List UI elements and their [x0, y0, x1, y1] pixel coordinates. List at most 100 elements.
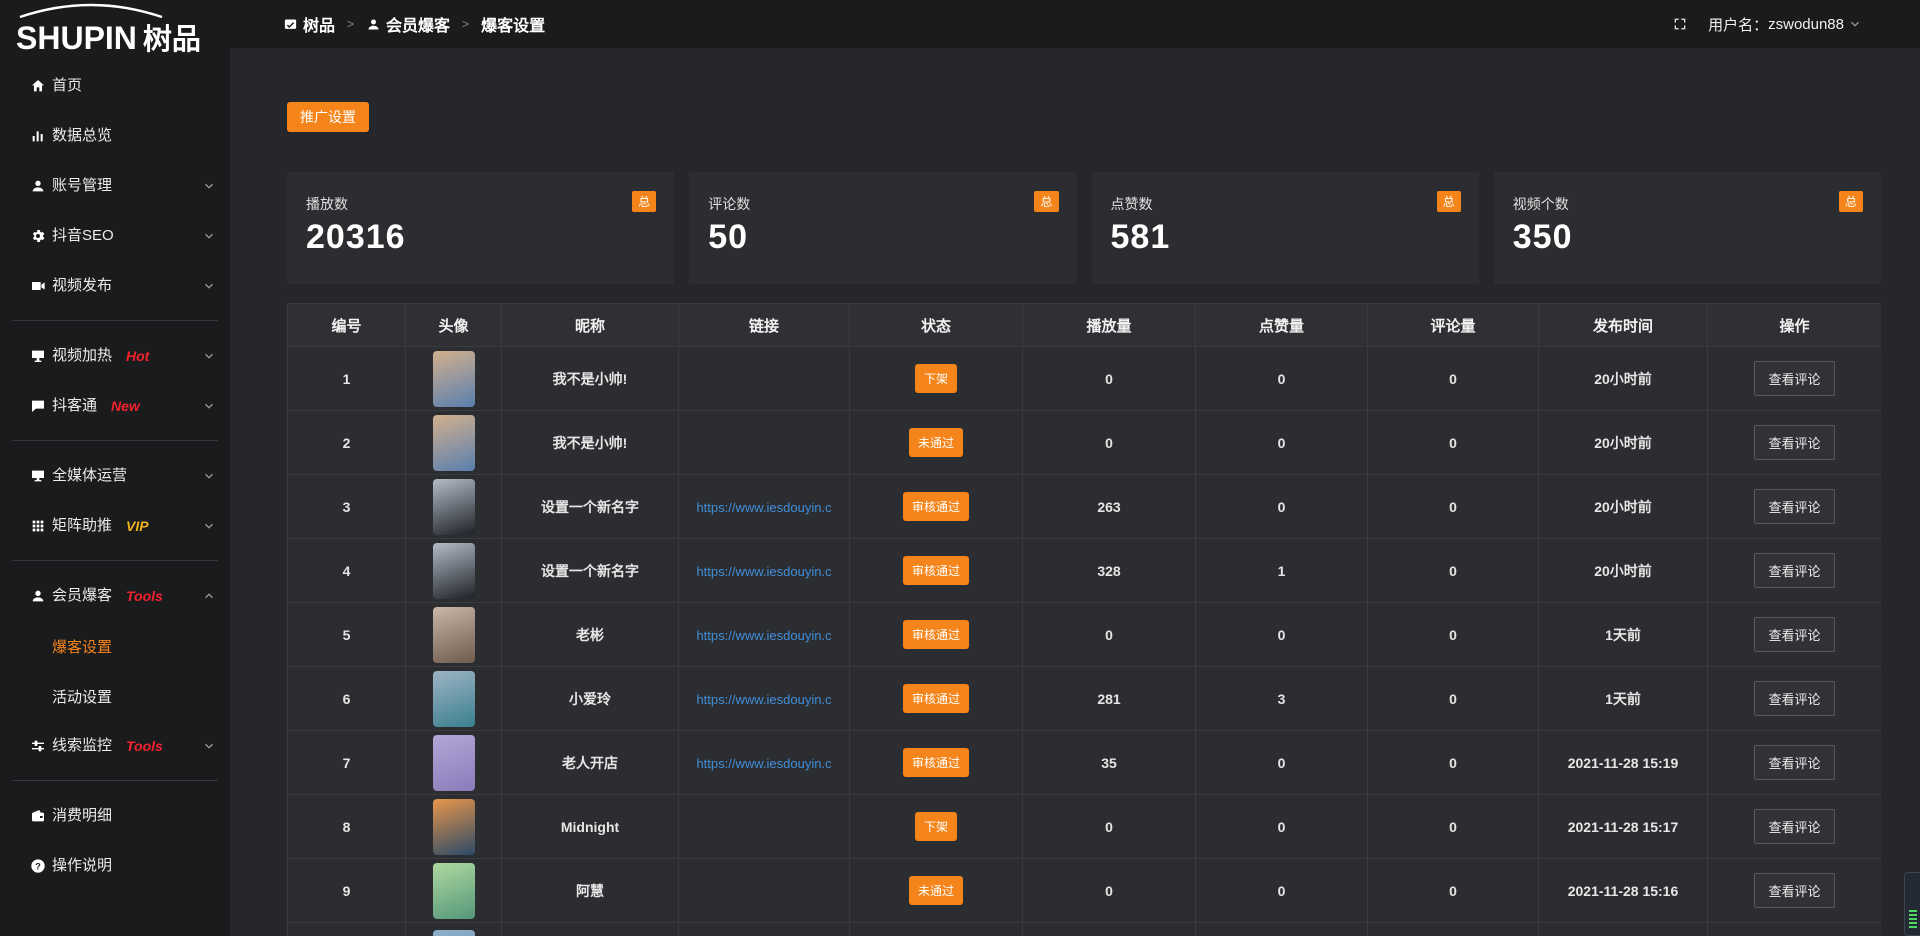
sliders-icon: [30, 738, 46, 754]
sidebar-item-label: 矩阵助推: [52, 518, 112, 534]
sidebar-divider: [12, 320, 218, 321]
view-comments-button[interactable]: 查看评论: [1754, 809, 1834, 844]
table-row: 3 设置一个新名字 https://www.iesdouyin.c 审核通过 2…: [288, 475, 1882, 539]
tools-badge: Tools: [126, 588, 163, 604]
table-header-cell: 编号: [288, 304, 406, 347]
fullscreen-icon[interactable]: [1672, 16, 1688, 32]
stat-card-value: 50: [708, 218, 1058, 257]
sidebar-item-label: 账号管理: [52, 178, 112, 194]
avatar: [433, 607, 475, 663]
chevron-down-icon: [202, 349, 216, 363]
breadcrumb-separator: >: [462, 17, 469, 31]
cell-publish-time: 20小时前: [1539, 539, 1708, 603]
cell-nickname: 阿慧: [502, 859, 679, 923]
sidebar-item-home[interactable]: 首页: [0, 61, 230, 111]
sidebar-item-data-overview[interactable]: 数据总览: [0, 111, 230, 161]
avatar: [433, 351, 475, 407]
video-link[interactable]: https://www.iesdouyin.c: [696, 756, 831, 771]
cell-publish-time: 2021-11-28 15:19: [1539, 731, 1708, 795]
sidebar-subitem-baoke-settings[interactable]: 爆客设置: [0, 621, 230, 671]
cell-publish-time: 1天前: [1539, 667, 1708, 731]
cell-comments: 0: [1368, 731, 1539, 795]
cell-nickname: 我不是小帅!: [502, 347, 679, 411]
sidebar-item-omnimedia[interactable]: 全媒体运营: [0, 451, 230, 501]
cell-number: 5: [288, 603, 406, 667]
breadcrumb-item-member-baoke[interactable]: 会员爆客: [386, 12, 450, 36]
stat-cards: 播放数 20316 总 评论数 50 总 点赞数 581 总 视频个数 350 …: [287, 172, 1881, 284]
video-link[interactable]: https://www.iesdouyin.c: [696, 500, 831, 515]
cell-plays: 35: [1023, 731, 1196, 795]
sidebar-item-account-mgmt[interactable]: 账号管理: [0, 161, 230, 211]
total-badge: 总: [1034, 191, 1058, 212]
view-comments-button[interactable]: 查看评论: [1754, 489, 1834, 524]
cell-plays: 0: [1023, 859, 1196, 923]
cell-likes: 0: [1196, 795, 1368, 859]
cell-comments: 0: [1368, 539, 1539, 603]
avatar: [433, 543, 475, 599]
chevron-down-icon: [202, 279, 216, 293]
cell-comments: 0: [1368, 475, 1539, 539]
sidebar-item-douketong[interactable]: 抖客通 New: [0, 381, 230, 431]
status-badge: 审核通过: [903, 620, 969, 649]
breadcrumb-item-baoke-settings[interactable]: 爆客设置: [481, 12, 545, 36]
stat-card: 评论数 50 总: [689, 172, 1076, 284]
sidebar-item-label: 抖客通: [52, 398, 97, 414]
main-content: 推广设置 播放数 20316 总 评论数 50 总 点赞数 581 总 视频个数…: [230, 0, 1920, 936]
corner-equalizer-widget[interactable]: [1904, 872, 1920, 936]
total-badge: 总: [632, 191, 656, 212]
sidebar-item-video-heat[interactable]: 视频加热 Hot: [0, 331, 230, 381]
breadcrumb-item-shupin[interactable]: 树品: [303, 12, 335, 36]
status-badge: 审核通过: [903, 684, 969, 713]
view-comments-button[interactable]: 查看评论: [1754, 681, 1834, 716]
vip-badge: VIP: [126, 518, 149, 534]
logo-text-cn: 树品: [143, 24, 201, 56]
cell-comments: 0: [1368, 411, 1539, 475]
cell-plays: 0: [1023, 603, 1196, 667]
sidebar-subitem-activity-settings[interactable]: 活动设置: [0, 671, 230, 721]
user-icon: [366, 17, 381, 32]
table-row: 2 我不是小帅! 未通过 0 0 0 20小时前 查看评论: [288, 411, 1882, 475]
table-row: 4 设置一个新名字 https://www.iesdouyin.c 审核通过 3…: [288, 539, 1882, 603]
home-icon: [30, 78, 46, 94]
cell-nickname: 小爱玲: [502, 667, 679, 731]
sidebar-item-clue-monitor[interactable]: 线索监控 Tools: [0, 721, 230, 771]
wallet-icon: [30, 808, 46, 824]
view-comments-button[interactable]: 查看评论: [1754, 553, 1834, 588]
sidebar-item-label: 全媒体运营: [52, 468, 127, 484]
video-link[interactable]: https://www.iesdouyin.c: [696, 692, 831, 707]
equalizer-bar: [1909, 918, 1917, 920]
video-icon: [30, 278, 46, 294]
view-comments-button[interactable]: 查看评论: [1754, 745, 1834, 780]
sidebar-item-instructions[interactable]: ? 操作说明: [0, 841, 230, 891]
table-header-cell: 发布时间: [1539, 304, 1708, 347]
grid-icon: [30, 518, 46, 534]
status-badge: 下架: [915, 364, 957, 393]
sidebar-item-member-baoke[interactable]: 会员爆客 Tools: [0, 571, 230, 621]
video-link[interactable]: https://www.iesdouyin.c: [696, 564, 831, 579]
table-row: 8 Midnight 下架 0 0 0 2021-11-28 15:17 查看评…: [288, 795, 1882, 859]
gear-icon: [30, 228, 46, 244]
video-link[interactable]: https://www.iesdouyin.c: [696, 628, 831, 643]
username-dropdown[interactable]: 用户名：zswodun88: [1708, 14, 1862, 35]
sidebar-item-label: 线索监控: [52, 738, 112, 754]
cell-nickname: Midnight: [502, 795, 679, 859]
view-comments-button[interactable]: 查看评论: [1754, 617, 1834, 652]
sidebar-item-video-publish[interactable]: 视频发布: [0, 261, 230, 311]
view-comments-button[interactable]: 查看评论: [1754, 361, 1834, 396]
view-comments-button[interactable]: 查看评论: [1754, 873, 1834, 908]
cell-likes: 0: [1196, 411, 1368, 475]
cell-comments: 0: [1368, 667, 1539, 731]
sidebar-subitem-label: 活动设置: [52, 686, 112, 707]
cell-comments: 0: [1368, 347, 1539, 411]
sidebar-item-consumption-detail[interactable]: 消费明细: [0, 791, 230, 841]
equalizer-bar: [1909, 910, 1917, 912]
username-label: 用户名：: [1708, 14, 1768, 35]
breadcrumb-separator: >: [347, 17, 354, 31]
sidebar-item-matrix-boost[interactable]: 矩阵助推 VIP: [0, 501, 230, 551]
view-comments-button[interactable]: 查看评论: [1754, 425, 1834, 460]
stat-card-value: 350: [1513, 218, 1863, 257]
chevron-down-icon: [202, 739, 216, 753]
promotion-settings-button[interactable]: 推广设置: [287, 102, 369, 132]
sidebar-item-douyin-seo[interactable]: 抖音SEO: [0, 211, 230, 261]
app-icon: [283, 17, 298, 32]
